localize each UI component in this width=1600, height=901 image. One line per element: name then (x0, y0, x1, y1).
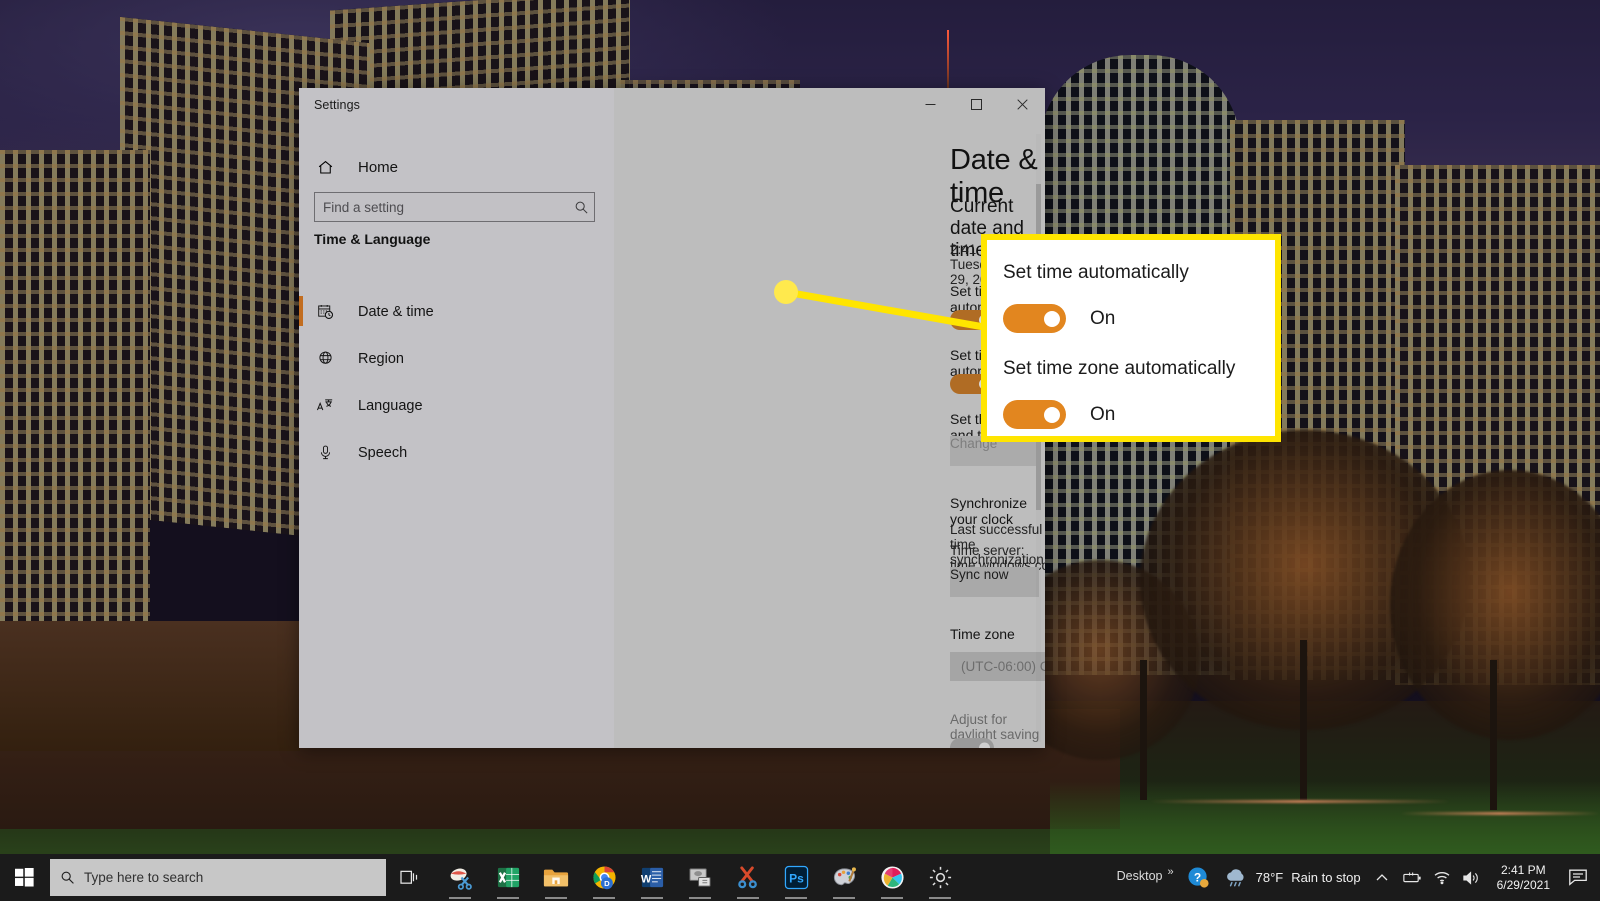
windows-start-icon[interactable] (0, 854, 48, 901)
slack-icon[interactable] (868, 854, 916, 901)
light-streak (1400, 812, 1600, 815)
light-streak (1150, 800, 1450, 803)
taskbar-right-area: Desktop » ? 78°F Rain to stop 2:41 PM 6/… (1117, 854, 1600, 901)
taskbar-search-box[interactable] (50, 859, 386, 896)
sidebar-category-title: Time & Language (314, 231, 431, 247)
callout-state-2: On (1090, 403, 1116, 425)
word-icon[interactable]: W (628, 854, 676, 901)
file-explorer-icon[interactable] (532, 854, 580, 901)
timezone-select[interactable]: (UTC-06:00) Central Time (US & Canada) (950, 652, 1045, 681)
rain-cloud-icon (1224, 867, 1248, 889)
sidebar-item-label: Region (358, 350, 404, 367)
antenna (947, 30, 949, 90)
search-icon (568, 200, 594, 215)
paint-icon[interactable] (820, 854, 868, 901)
tree-trunk (1140, 660, 1147, 800)
speaker-icon[interactable] (1457, 854, 1487, 901)
close-button[interactable] (999, 88, 1045, 120)
sidebar-item-label: Date & time (358, 303, 434, 320)
settings-search-box[interactable] (314, 192, 595, 222)
desktop-label: Desktop (1116, 869, 1163, 883)
sidebar-item-label: Language (358, 397, 423, 414)
window-controls (907, 88, 1045, 120)
svg-text:Ps: Ps (789, 871, 804, 885)
maximize-button[interactable] (953, 88, 999, 120)
sync-now-button[interactable]: Sync now (950, 567, 1039, 597)
sidebar-item-label: Speech (358, 444, 408, 461)
language-icon (314, 397, 336, 415)
home-icon (314, 159, 336, 176)
svg-text:D: D (604, 879, 610, 888)
settings-gear-icon[interactable] (916, 854, 964, 901)
weather-condition: Rain to stop (1291, 870, 1361, 885)
callout-label-2: Set time zone automatically (1003, 358, 1236, 379)
wifi-icon[interactable] (1427, 854, 1457, 901)
sidebar-home-label: Home (358, 158, 399, 176)
svg-text:W: W (640, 873, 651, 885)
callout-box: Set time automatically On Set time zone … (981, 234, 1281, 442)
settings-sidebar: Settings Home Time & Language (299, 88, 614, 748)
callout-toggle-row-2[interactable]: On (1003, 400, 1115, 429)
plaza-wall (0, 621, 300, 751)
sidebar-item-speech[interactable]: Speech (299, 429, 614, 476)
photoshop-icon[interactable]: Ps (772, 854, 820, 901)
excel-icon[interactable] (484, 854, 532, 901)
task-view-icon[interactable] (386, 854, 432, 901)
overflow-chevron[interactable]: » (1168, 866, 1174, 878)
dst-toggle-row[interactable] (950, 738, 994, 748)
timezone-heading: Time zone (950, 626, 1015, 642)
callout-toggle-2[interactable] (1003, 400, 1066, 429)
window-title: Settings (314, 98, 360, 112)
weather-temperature: 78°F (1255, 870, 1284, 885)
tree-trunk (1300, 640, 1307, 800)
callout-toggle-1[interactable] (1003, 304, 1066, 333)
taskbar-pinned-apps: D W Ps (436, 854, 964, 901)
sidebar-item-date-time[interactable]: Date & time (299, 288, 614, 335)
taskbar-clock[interactable]: 2:41 PM 6/29/2021 (1487, 854, 1560, 901)
microphone-icon (314, 444, 336, 461)
help-circle-icon[interactable]: ? (1180, 854, 1218, 901)
callout-label-1: Set time automatically (1003, 262, 1189, 283)
snip-sketch-icon[interactable] (724, 854, 772, 901)
sidebar-item-home[interactable]: Home (299, 147, 614, 187)
clock-date: 6/29/2021 (1496, 877, 1550, 892)
clock-time: 2:41 PM (1500, 862, 1546, 877)
callout-toggle-row-1[interactable]: On (1003, 304, 1115, 333)
desktop-peek[interactable]: Desktop » (1117, 854, 1180, 901)
sidebar-item-language[interactable]: Language (299, 382, 614, 429)
chevron-up-icon[interactable] (1367, 854, 1397, 901)
callout-state-1: On (1090, 307, 1116, 329)
action-center-icon[interactable] (1560, 854, 1596, 901)
taskbar-weather-widget[interactable]: 78°F Rain to stop (1218, 854, 1367, 901)
snipping-tool-icon[interactable] (436, 854, 484, 901)
minimize-button[interactable] (907, 88, 953, 120)
battery-icon[interactable] (1397, 854, 1427, 901)
sidebar-nav-list: Date & time Region Language Speech (299, 288, 614, 476)
dst-toggle[interactable] (950, 738, 994, 748)
taskbar-search-input[interactable] (84, 859, 386, 896)
screen-capture-icon[interactable] (676, 854, 724, 901)
sidebar-item-region[interactable]: Region (299, 335, 614, 382)
calendar-clock-icon (314, 303, 336, 320)
timezone-value: (UTC-06:00) Central Time (US & Canada) (961, 659, 1045, 674)
globe-icon (314, 350, 336, 367)
search-input[interactable] (315, 193, 568, 221)
tree-trunk (1490, 660, 1497, 810)
settings-window[interactable]: Settings Home Time & Language (299, 88, 1045, 748)
chrome-icon[interactable]: D (580, 854, 628, 901)
taskbar: D W (0, 854, 1600, 901)
search-icon (50, 870, 84, 885)
